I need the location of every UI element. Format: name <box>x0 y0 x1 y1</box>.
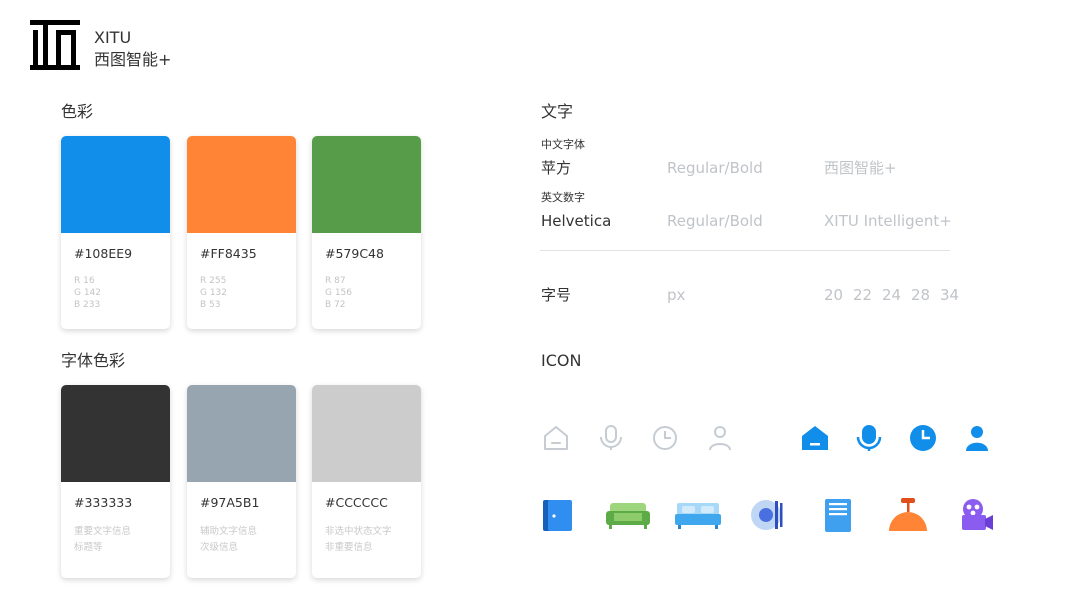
color-usage: 非选中状态文字 非重要信息 <box>325 526 392 553</box>
english-font-weights: Regular/Bold <box>667 212 763 230</box>
brand-subtitle: 西图智能+ <box>94 50 172 69</box>
user-icon <box>966 426 988 451</box>
english-font-label: 英文数字 <box>541 191 585 204</box>
font-color-card-gray: #97A5B1 辅助文字信息 次级信息 <box>187 385 296 578</box>
color-hex: #108EE9 <box>74 246 133 261</box>
color-rgb: R 87 G 156 B 72 <box>325 276 353 310</box>
color-swatch <box>61 385 170 482</box>
font-size-value: 20 <box>824 286 844 304</box>
divider <box>540 250 950 251</box>
clock-icon <box>653 426 677 450</box>
color-swatch <box>61 136 170 233</box>
door-icon <box>543 500 572 531</box>
sofa-icon <box>606 503 650 529</box>
color-card-green: #579C48 R 87 G 156 B 72 <box>312 136 421 329</box>
brand-name: XITU <box>94 28 132 47</box>
user-icon <box>709 426 731 451</box>
font-color-card-dark: #333333 重要文字信息 标题等 <box>61 385 170 578</box>
font-size-value: 24 <box>882 286 902 304</box>
color-usage: 重要文字信息 标题等 <box>74 526 132 553</box>
color-swatch <box>312 385 421 482</box>
font-size-value: 22 <box>853 286 873 304</box>
bed-icon <box>675 503 721 529</box>
color-hex: #579C48 <box>325 246 384 261</box>
font-color-card-light: #CCCCCC 非选中状态文字 非重要信息 <box>312 385 421 578</box>
microphone-icon <box>856 425 882 451</box>
color-swatch <box>312 136 421 233</box>
color-hex: #FF8435 <box>200 246 257 261</box>
font-colors-title: 字体色彩 <box>61 351 126 370</box>
color-card-blue: #108EE9 R 16 G 142 B 233 <box>61 136 170 329</box>
lamp-icon <box>889 498 927 531</box>
color-swatch <box>187 385 296 482</box>
logo-icon <box>30 20 80 70</box>
color-rgb: R 255 G 132 B 53 <box>200 276 228 310</box>
colors-title: 色彩 <box>61 102 94 121</box>
home-icon <box>802 426 828 450</box>
typography-title: 文字 <box>541 102 574 121</box>
chinese-font-label: 中文字体 <box>541 138 585 151</box>
color-hex: #97A5B1 <box>200 495 260 510</box>
color-card-orange: #FF8435 R 255 G 132 B 53 <box>187 136 296 329</box>
microphone-icon <box>600 425 622 450</box>
home-icon <box>544 426 568 450</box>
color-hex: #CCCCCC <box>325 495 388 510</box>
chinese-font-weights: Regular/Bold <box>667 159 763 177</box>
video-camera-icon <box>962 499 993 530</box>
english-font-sample: XITU Intelligent+ <box>824 212 952 230</box>
clock-icon <box>910 425 936 451</box>
color-rgb: R 16 G 142 B 233 <box>74 276 102 310</box>
color-swatch <box>187 136 296 233</box>
color-hex: #333333 <box>74 495 133 510</box>
font-size-value: 28 <box>911 286 931 304</box>
speaker-icon <box>751 500 783 530</box>
english-font-name: Helvetica <box>541 212 612 230</box>
cabinet-icon <box>825 499 851 532</box>
icon-section-title: ICON <box>541 351 582 370</box>
font-size-unit: px <box>667 286 686 304</box>
font-size-label: 字号 <box>541 286 572 304</box>
font-size-value: 34 <box>940 286 960 304</box>
chinese-font-name: 苹方 <box>541 159 572 177</box>
chinese-font-sample: 西图智能+ <box>824 159 897 177</box>
color-usage: 辅助文字信息 次级信息 <box>200 526 258 553</box>
